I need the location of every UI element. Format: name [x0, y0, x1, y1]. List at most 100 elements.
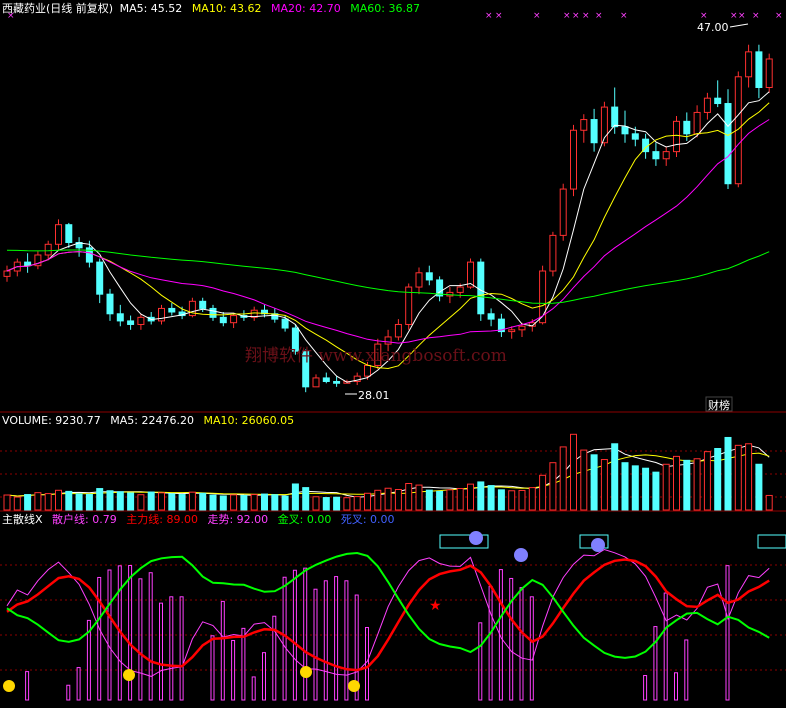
retail-bar [674, 672, 678, 701]
retail-bar [169, 596, 174, 701]
retail-bar [138, 578, 143, 701]
candle-body [559, 188, 567, 236]
retail-bar [262, 652, 266, 701]
candle-body [703, 97, 711, 113]
retail-bar [653, 626, 658, 701]
volume-bar [137, 494, 145, 511]
volume-bar [188, 491, 196, 511]
volume-bar [631, 465, 639, 511]
candle-body [508, 329, 516, 333]
retail-bar [210, 635, 215, 701]
candle-body [415, 272, 423, 288]
retail-bar [365, 627, 369, 701]
retail-bar [25, 671, 30, 701]
volume-bar [96, 488, 104, 511]
candle-body [209, 307, 217, 318]
volume-bar [333, 496, 341, 511]
volume-bar [539, 474, 547, 511]
retail-bar [66, 684, 71, 701]
candle-body [281, 318, 289, 329]
signal-cross-icon: × [775, 11, 783, 21]
retail-bar [529, 596, 534, 701]
volume-bar [55, 489, 62, 511]
volume-bar [497, 489, 505, 511]
candle-body [487, 313, 495, 320]
volume-bar [600, 459, 608, 511]
signal-cross-icon: × [495, 11, 503, 21]
volume-bar [85, 493, 93, 511]
volume-bar [745, 443, 753, 511]
candle-body [137, 316, 145, 325]
volume-bar [281, 495, 289, 511]
volume-bar [621, 462, 629, 511]
watermark-text: 翔博软件 www.xiangbosoft.com [245, 346, 507, 366]
volume-bar [425, 489, 433, 511]
retail-bar [323, 580, 328, 701]
face-icon [591, 538, 605, 552]
signal-cross-icon: × [563, 11, 571, 21]
volume-bar [230, 494, 238, 511]
candle-body [127, 320, 135, 325]
volume-bar [209, 494, 217, 511]
candle-body [333, 380, 341, 384]
signal-cross-icon: × [620, 11, 628, 21]
candle-body [611, 106, 619, 128]
volume-bar [364, 492, 371, 511]
candle-body [425, 272, 433, 281]
signal-cross-icon: × [7, 11, 15, 21]
retail-bar [97, 576, 102, 701]
volume-bar [261, 493, 268, 511]
retail-bar [663, 592, 668, 701]
volume-bar [467, 483, 474, 511]
candle-body [621, 126, 629, 135]
volume-bar [559, 446, 567, 511]
volume-bar [415, 484, 423, 511]
face-icon [469, 531, 483, 545]
volume-bar [683, 459, 691, 511]
stock-chart-canvas: ★ × × × × × × × × × × × × × × 翔博软件 www.xiangbosoft.co… [0, 11, 786, 701]
candle-body [714, 97, 722, 105]
signal-cross-icon: × [572, 11, 580, 21]
candle-body [693, 111, 701, 135]
volume-bar [178, 494, 186, 511]
candlestick-series [3, 44, 773, 393]
candle-body [384, 336, 392, 345]
signal-cross-icon: × [485, 11, 493, 21]
volume-bar [322, 497, 330, 511]
candle-body [364, 364, 371, 377]
retail-bar [231, 640, 236, 701]
volume-bar [384, 487, 392, 511]
retail-bar [509, 577, 514, 701]
signal-cross-icon: × [582, 11, 590, 21]
retail-bar [220, 600, 225, 701]
candle-body [106, 293, 114, 315]
retail-bar [241, 627, 246, 701]
volume-bar [116, 491, 124, 511]
signal-box [757, 534, 786, 549]
volume-bar [580, 449, 588, 511]
retail-bar [282, 576, 287, 701]
volume-bar [436, 490, 444, 511]
candle-body [570, 129, 577, 190]
volume-bar [456, 488, 464, 511]
candle-body [24, 261, 32, 267]
candle-body [662, 151, 670, 160]
candle-body [683, 120, 691, 135]
retail-bar [519, 587, 524, 701]
signal-cross-icon: × [595, 11, 603, 21]
finance-badge-label: 财榜 [708, 398, 730, 412]
volume-bar [312, 496, 320, 511]
candle-body [477, 261, 485, 315]
volume-bar [734, 444, 742, 511]
retail-bar [159, 602, 163, 701]
volume-bar [199, 492, 207, 511]
ma60-line [6, 249, 770, 304]
candle-body [652, 151, 660, 160]
candle-body [631, 133, 639, 140]
volume-bar [291, 483, 299, 511]
volume-bar [611, 443, 619, 511]
face-icon [514, 548, 528, 562]
retail-bar [488, 585, 493, 701]
candle-body [580, 119, 588, 131]
volume-bar [127, 492, 135, 511]
